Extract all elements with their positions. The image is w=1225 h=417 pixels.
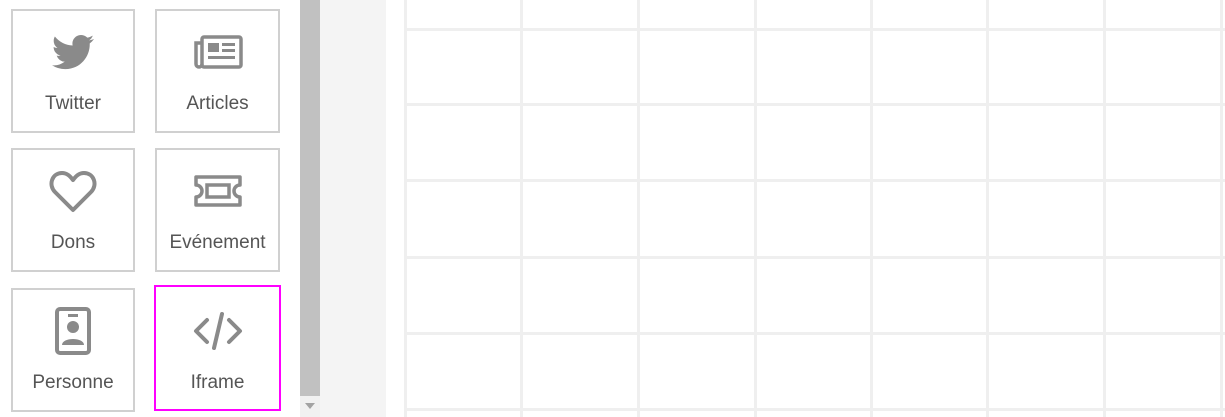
grid-line [406,408,1225,411]
grid-line [754,0,757,417]
widget-label: Twitter [45,93,101,114]
widget-label: Articles [186,93,249,114]
panel-scrollbar[interactable] [300,0,320,417]
grid-line [1103,0,1106,417]
widget-label: Evénement [169,232,266,253]
widget-tile-twitter[interactable]: Twitter [11,9,135,133]
widget-tile-evenement[interactable]: Evénement [155,148,280,272]
widget-tile-personne[interactable]: Personne [11,288,135,412]
widget-tile-iframe[interactable]: Iframe [154,285,281,411]
widget-label: Dons [50,232,96,253]
scrollbar-thumb[interactable] [300,0,320,396]
widget-tile-articles[interactable]: Articles [155,9,280,133]
grid-line [520,0,523,417]
grid-line [406,332,1225,335]
layout-canvas-grid[interactable] [386,0,1225,417]
grid-line [637,0,640,417]
grid-line [406,103,1225,106]
grid-line [404,0,407,417]
code-icon [156,308,279,354]
twitter-icon [13,29,133,75]
grid-line [406,179,1225,182]
newspaper-icon [157,29,278,75]
grid-line [1220,0,1223,417]
widget-label: Personne [32,372,114,393]
ticket-icon [157,168,278,214]
grid-line [870,0,873,417]
canvas-gutter [320,0,386,417]
widget-label: Iframe [190,372,245,393]
widget-panel: Twitter Articles Dons Evénement Personne… [0,0,300,417]
heart-icon [13,168,133,214]
widget-tile-dons[interactable]: Dons [11,148,135,272]
scroll-down-arrow-icon[interactable] [305,403,315,409]
grid-line [406,28,1225,31]
id-badge-icon [13,307,133,355]
grid-line [986,0,989,417]
grid-line [406,256,1225,259]
